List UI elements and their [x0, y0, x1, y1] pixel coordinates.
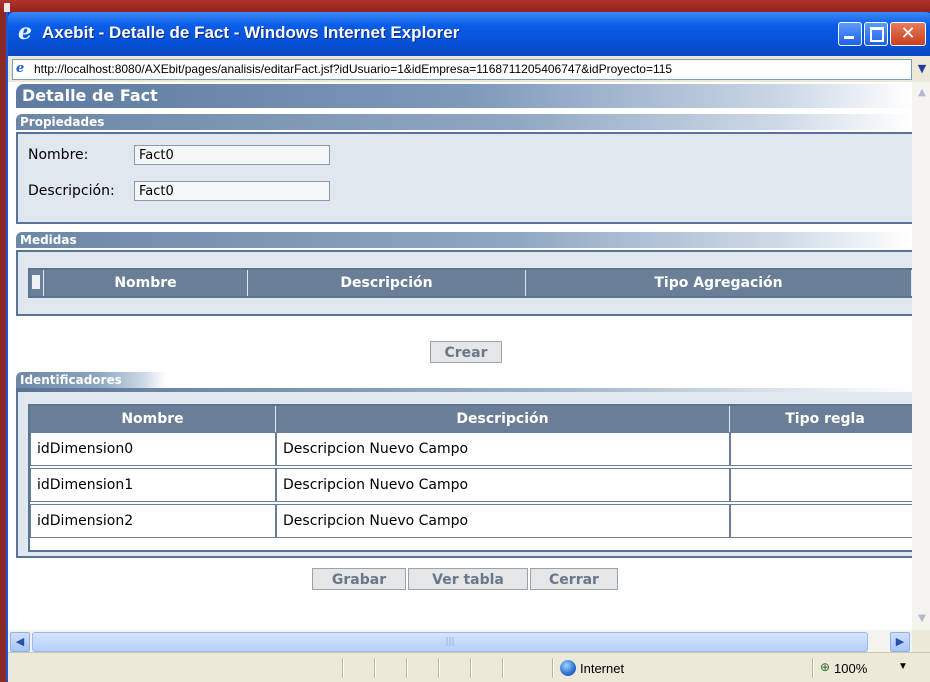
status-divider: [812, 658, 814, 678]
scroll-down-arrow-icon[interactable]: ▼: [913, 610, 930, 628]
ver-tabla-button[interactable]: Ver tabla: [408, 568, 528, 590]
table-row-2-descripcion[interactable]: Descripcion Nuevo Campo: [276, 504, 730, 538]
minimize-button[interactable]: [838, 22, 862, 46]
medidas-col-descripcion[interactable]: Descripción: [248, 270, 526, 296]
security-zone: Internet: [580, 661, 625, 676]
scroll-left-arrow-icon[interactable]: ◀: [10, 632, 30, 652]
browser-window: e Axebit - Detalle de Fact - Windows Int…: [6, 12, 930, 682]
page-content: Detalle de Fact Propiedades Nombre: Fact…: [8, 82, 912, 630]
identificadores-table: Nombre Descripción Tipo regla idDimensio…: [28, 404, 912, 552]
descripcion-input[interactable]: Fact0: [134, 181, 330, 201]
section-header-medidas: Medidas: [16, 232, 912, 248]
crear-button[interactable]: Crear: [430, 341, 502, 363]
ident-col-descripcion[interactable]: Descripción: [276, 406, 730, 432]
page-title: Detalle de Fact: [16, 84, 912, 108]
table-row-2-tipo[interactable]: [730, 504, 912, 538]
section-header-identificadores: Identificadores: [16, 372, 166, 388]
grabar-button[interactable]: Grabar: [312, 568, 406, 590]
table-row-0-descripcion[interactable]: Descripcion Nuevo Campo: [276, 432, 730, 466]
title-bar[interactable]: e Axebit - Detalle de Fact - Windows Int…: [8, 12, 930, 56]
close-icon: ✕: [900, 23, 916, 44]
medidas-table: Nombre Descripción Tipo Agregación: [28, 268, 912, 298]
page-icon: e: [16, 61, 25, 76]
ie-logo-icon: e: [18, 19, 32, 45]
zoom-icon: ⊕: [820, 660, 831, 674]
panel-top-border: [18, 388, 912, 392]
ident-col-tipo-regla[interactable]: Tipo regla: [730, 406, 912, 432]
scroll-thumb[interactable]: |||: [32, 632, 868, 652]
globe-icon: [560, 660, 576, 676]
nombre-input[interactable]: Fact0: [134, 145, 330, 165]
horizontal-scrollbar[interactable]: ◀ ||| ▶: [8, 630, 930, 652]
scroll-up-arrow-icon[interactable]: ▲: [913, 84, 930, 102]
close-window-button[interactable]: ✕: [890, 22, 926, 46]
maximize-button[interactable]: [864, 22, 888, 46]
status-divider: [342, 658, 344, 678]
status-divider: [406, 658, 408, 678]
table-row-1-nombre[interactable]: idDimension1: [30, 468, 276, 502]
address-field[interactable]: e http://localhost:8080/AXEbit/pages/anal…: [12, 59, 912, 80]
status-divider: [470, 658, 472, 678]
descripcion-label: Descripción:: [28, 183, 115, 199]
url-text: http://localhost:8080/AXEbit/pages/anali…: [34, 62, 673, 76]
medidas-col-tipo-agregacion[interactable]: Tipo Agregación: [526, 270, 912, 296]
zoom-level[interactable]: 100%: [834, 661, 867, 676]
medidas-select-column[interactable]: [30, 270, 44, 296]
vertical-scrollbar[interactable]: ▲ ▼: [912, 82, 930, 630]
cerrar-button[interactable]: Cerrar: [530, 568, 618, 590]
identificadores-panel: Nombre Descripción Tipo regla idDimensio…: [16, 388, 912, 558]
status-divider: [552, 658, 554, 678]
ident-col-nombre[interactable]: Nombre: [30, 406, 276, 432]
table-row-1-tipo[interactable]: [730, 468, 912, 502]
scroll-right-arrow-icon[interactable]: ▶: [890, 632, 910, 652]
scroll-corner: [912, 630, 930, 652]
section-header-propiedades: Propiedades: [16, 114, 912, 130]
table-row-1-descripcion[interactable]: Descripcion Nuevo Campo: [276, 468, 730, 502]
table-row-2-nombre[interactable]: idDimension2: [30, 504, 276, 538]
window-title: Axebit - Detalle de Fact - Windows Inter…: [42, 23, 460, 42]
desktop-fragment: [4, 3, 10, 12]
maximize-icon: [870, 27, 884, 42]
minimize-icon: [844, 36, 854, 39]
status-bar: Internet ⊕ 100% ▼: [8, 652, 930, 682]
background-desktop-strip: [0, 0, 930, 12]
status-divider: [374, 658, 376, 678]
address-bar: e http://localhost:8080/AXEbit/pages/anal…: [8, 56, 930, 82]
status-divider: [502, 658, 504, 678]
nombre-label: Nombre:: [28, 147, 89, 163]
medidas-col-nombre[interactable]: Nombre: [44, 270, 248, 296]
zoom-dropdown-icon[interactable]: ▼: [898, 661, 908, 672]
medidas-panel: Nombre Descripción Tipo Agregación: [16, 250, 912, 316]
status-divider: [438, 658, 440, 678]
table-row-0-tipo[interactable]: [730, 432, 912, 466]
checkbox-column-icon: [32, 275, 40, 289]
propiedades-panel: Nombre: Fact0 Descripción: Fact0: [16, 132, 912, 224]
address-dropdown-button[interactable]: ▼: [914, 59, 930, 79]
table-row-0-nombre[interactable]: idDimension0: [30, 432, 276, 466]
